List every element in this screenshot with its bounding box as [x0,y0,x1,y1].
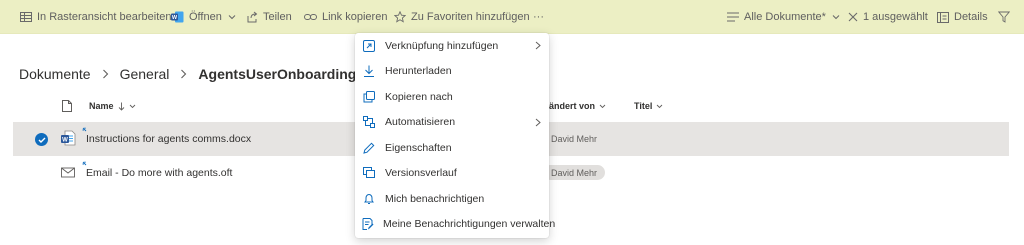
grid-edit-button[interactable]: In Rasteransicht bearbeiten [20,0,172,34]
chevron-down-icon [129,104,135,108]
modified-by-column-header[interactable]: eändert von [544,96,606,116]
details-label: Details [954,11,988,23]
chevron-down-icon [228,15,236,20]
chevron-down-icon [832,15,840,20]
modified-by-person[interactable]: David Mehr [543,165,606,180]
chevron-right-icon [102,69,109,79]
view-selector[interactable]: Alle Dokumente* [727,0,840,34]
version-history-icon [362,166,376,180]
menu-item-label: Meine Benachrichtigungen verwalten [383,218,556,231]
chevron-down-icon [657,104,663,108]
menu-item-label: Kopieren nach [385,90,453,103]
chevron-down-icon [599,104,606,108]
deselect-button[interactable]: 1 ausgewählt [848,0,928,34]
menu-item-label: Mich benachrichtigen [385,192,485,205]
details-pane-icon [937,11,949,23]
filter-icon [998,11,1010,23]
name-column-label: Name [89,101,114,111]
menu-item-alert-me[interactable]: Mich benachrichtigen [355,186,549,212]
menu-item-label: Verknüpfung hinzufügen [385,39,499,52]
name-column-header[interactable]: Name [89,96,136,116]
grid-icon [20,12,32,22]
add-favorites-label: Zu Favoriten hinzufügen [411,11,530,23]
title-column-label: Titel [634,101,653,111]
file-name-link[interactable]: Email - Do more with agents.oft [86,167,232,179]
menu-item-manage-alerts[interactable]: Meine Benachrichtigungen verwalten [355,212,555,238]
chevron-right-icon [535,118,541,126]
breadcrumb-general[interactable]: General [120,66,170,82]
filter-button[interactable] [998,0,1010,34]
open-button[interactable]: W Öffnen [171,0,236,34]
file-name-link[interactable]: Instructions for agents comms.docx [86,133,251,145]
close-icon [848,12,858,22]
menu-item-automate[interactable]: Automatisieren [355,110,549,136]
menu-item-copy-to[interactable]: Kopieren nach [355,84,549,110]
pencil-icon [362,141,376,155]
star-icon [394,11,406,23]
svg-text:W: W [62,137,68,143]
menu-item-label: Automatisieren [385,116,456,129]
sharepoint-document-library: In Rasteransicht bearbeiten W Öffnen Tei… [0,0,1024,245]
menu-item-download[interactable]: Herunterladen [355,59,549,85]
copy-link-button[interactable]: Link kopieren [304,0,387,34]
menu-item-label: Versionsverlauf [385,167,457,180]
view-lines-icon [727,12,739,22]
chevron-right-icon [535,41,541,50]
menu-item-label: Herunterladen [385,65,452,78]
sort-arrow-down-icon [118,102,124,111]
mail-template-icon [61,167,75,178]
download-icon [362,64,376,78]
more-label: ··· [533,11,544,23]
link-icon [304,14,317,20]
open-label: Öffnen [189,11,222,23]
more-actions-menu: Verknüpfung hinzufügen Herunterladen Kop… [355,33,555,238]
modified-by-column-label: eändert von [544,101,596,111]
manage-alerts-icon [362,217,374,231]
share-icon [247,11,258,23]
menu-item-label: Eigenschaften [385,141,452,154]
breadcrumb-documents[interactable]: Dokumente [19,66,91,82]
row-selected-checkmark-icon[interactable] [35,133,48,146]
svg-text:W: W [172,15,178,21]
copy-icon [362,90,376,104]
document-icon [62,100,72,112]
word-app-icon: W [171,11,184,23]
share-label: Teilen [263,11,292,23]
copy-link-label: Link kopieren [322,11,388,23]
automate-icon [362,115,376,129]
command-bar: In Rasteransicht bearbeiten W Öffnen Tei… [0,0,1024,34]
grid-edit-label: In Rasteransicht bearbeiten [37,11,172,23]
selected-count-label: 1 ausgewählt [863,11,928,23]
view-label: Alle Dokumente* [744,11,826,23]
add-favorites-button[interactable]: Zu Favoriten hinzufügen [394,0,530,34]
details-button[interactable]: Details [937,0,988,34]
menu-item-properties[interactable]: Eigenschaften [355,135,549,161]
chevron-right-icon [180,69,187,79]
menu-item-add-shortcut[interactable]: Verknüpfung hinzufügen [355,33,549,59]
menu-item-version-history[interactable]: Versionsverlauf [355,161,549,187]
share-button[interactable]: Teilen [246,0,292,34]
more-button[interactable]: ··· [533,0,544,34]
breadcrumb: Dokumente General AgentsUserOnboardingTe… [19,64,404,84]
file-type-column-header[interactable] [62,96,72,116]
modified-by-person[interactable]: David Mehr [543,131,605,146]
word-doc-icon: W [61,130,76,146]
bell-icon [362,192,376,206]
title-column-header[interactable]: Titel [634,96,663,116]
shortcut-icon [362,39,376,53]
